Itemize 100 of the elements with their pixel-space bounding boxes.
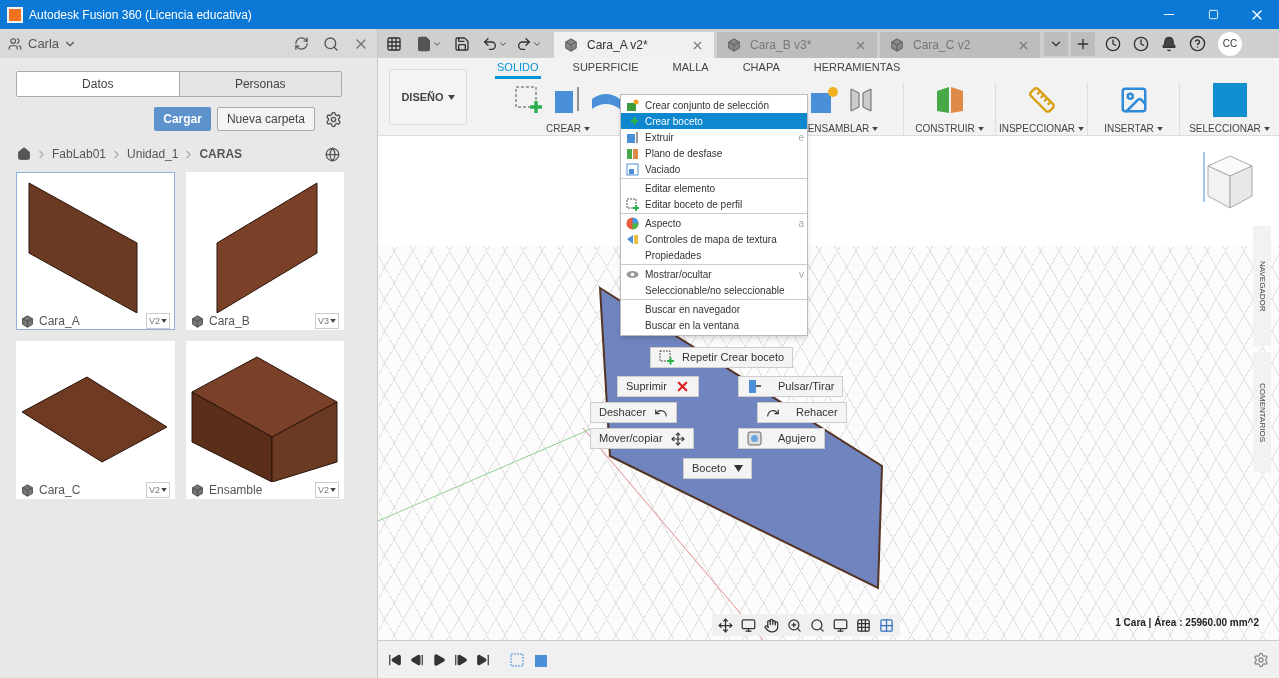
menu-item[interactable]: Seleccionable/no seleccionable (621, 282, 807, 298)
caret-icon (872, 126, 879, 131)
file-name: Cara_A (39, 313, 80, 330)
toolbar-tab[interactable]: HERRAMIENTAS (811, 58, 903, 79)
settings-icon[interactable] (325, 110, 342, 128)
workspace-switcher[interactable]: DISEÑO (389, 69, 467, 125)
clock-icon[interactable] (1105, 35, 1121, 52)
group-menu-button[interactable]: ENSAMBLAR (807, 121, 879, 136)
menu-item[interactable]: Buscar en navegador (621, 301, 807, 317)
menu-item[interactable]: Crear boceto (621, 113, 807, 129)
plane-icon[interactable] (934, 85, 965, 115)
refresh-icon[interactable] (294, 36, 309, 51)
version-dropdown[interactable]: V2 (146, 482, 170, 498)
tab-list-button[interactable] (1044, 31, 1068, 56)
marking-menu-button[interactable]: Pulsar/Tirar (738, 376, 844, 397)
marking-menu-button[interactable]: Mover/copiar (590, 428, 694, 449)
breadcrumb-item[interactable]: CARAS (199, 145, 243, 163)
group-menu-button[interactable]: SELECCIONAR (1189, 121, 1270, 136)
save-icon[interactable] (454, 35, 470, 52)
zoom-icon[interactable] (787, 617, 802, 633)
component-icon[interactable] (809, 85, 839, 115)
document-tab[interactable]: Cara_A v2* (554, 32, 714, 58)
group-menu-button[interactable]: CONSTRUIR (915, 121, 984, 136)
marking-menu-button[interactable]: Repetir Crear boceto (650, 347, 794, 368)
bell-icon[interactable] (1161, 35, 1177, 52)
file-card[interactable]: Cara_B V3 (186, 172, 344, 330)
settings-icon[interactable] (1253, 651, 1269, 668)
caret-icon (734, 465, 744, 472)
new-tab-button[interactable] (1071, 31, 1095, 56)
menu-item[interactable]: Propiedades (621, 247, 807, 263)
group-menu-button[interactable]: INSERTAR (1104, 121, 1163, 136)
menu-item[interactable]: Controles de mapa de textura (621, 231, 807, 247)
file-icon[interactable] (416, 35, 432, 52)
color-wheel-icon (625, 216, 639, 230)
version-dropdown[interactable]: V3 (315, 313, 339, 329)
globe-icon[interactable] (325, 146, 340, 162)
breadcrumb-item[interactable]: Unidad_1 (127, 145, 179, 163)
help-icon[interactable] (1189, 35, 1206, 52)
app-logo-icon (7, 6, 23, 23)
home-icon[interactable] (17, 147, 31, 161)
version-dropdown[interactable]: V2 (315, 482, 339, 498)
pan-icon[interactable] (764, 617, 779, 633)
offset-plane-icon (625, 146, 639, 160)
select-icon[interactable] (1212, 83, 1247, 117)
toolbar-tab[interactable]: MALLA (670, 58, 711, 79)
panel-tab[interactable]: Personas (178, 72, 341, 96)
orbit-icon[interactable] (718, 617, 733, 633)
marking-menu-button[interactable]: Boceto (683, 458, 753, 479)
menu-item[interactable]: Vaciado (621, 161, 807, 177)
display-icon[interactable] (833, 617, 848, 633)
look-at-icon[interactable] (741, 617, 756, 633)
project-selector[interactable]: Carla (28, 33, 78, 54)
team-icon (8, 36, 22, 51)
search-icon[interactable] (323, 35, 339, 52)
history-icon[interactable] (1133, 35, 1149, 52)
viewports-icon[interactable] (879, 617, 894, 633)
play-icon[interactable] (432, 652, 446, 667)
caret-icon (977, 126, 984, 131)
user-avatar[interactable]: CC (1218, 31, 1242, 56)
marking-menu-button[interactable]: Agujero (738, 428, 825, 449)
marking-menu-button[interactable]: Deshacer (590, 402, 678, 423)
redo-icon[interactable] (516, 35, 532, 52)
side-panel-tab[interactable]: COMENTARIOS (1253, 352, 1271, 472)
last-icon[interactable] (476, 652, 490, 667)
extrude-icon[interactable] (552, 85, 582, 115)
marking-menu-button[interactable]: Suprimir (617, 376, 699, 397)
first-icon[interactable] (388, 652, 402, 667)
menu-item[interactable]: Plano de desfase (621, 145, 807, 161)
file-card[interactable]: Cara_C V2 (16, 341, 175, 499)
menu-item[interactable]: Editar elemento (621, 180, 807, 196)
menu-item[interactable]: Crear conjunto de selección (621, 97, 807, 113)
grid-icon[interactable] (856, 617, 871, 633)
extrude-icon (625, 130, 639, 144)
toolbar-tab[interactable]: SUPERFICIE (570, 58, 641, 79)
press-pull-icon (747, 379, 762, 394)
fit-icon[interactable] (810, 617, 825, 633)
file-card[interactable]: Ensamble V2 (186, 341, 344, 499)
component-icon (21, 314, 34, 328)
marking-menu-button[interactable]: Rehacer (757, 402, 847, 423)
undo-icon[interactable] (482, 35, 498, 52)
menu-item[interactable]: Mostrar/ocultar v (621, 266, 807, 282)
apps-icon[interactable] (386, 35, 402, 52)
group-menu-button[interactable]: CREAR (546, 121, 590, 136)
menu-item[interactable]: Editar boceto de perfil (621, 196, 807, 212)
file-card[interactable]: Cara_A V2 (16, 172, 175, 330)
window-title: Autodesk Fusion 360 (Licencia educativa) (29, 6, 252, 24)
panel-tab[interactable]: Datos (17, 72, 179, 96)
next-icon[interactable] (454, 652, 468, 667)
group-menu-button[interactable]: INSPECCIONAR (998, 121, 1085, 136)
menu-item[interactable]: Aspecto a (621, 215, 807, 231)
breadcrumb-item[interactable]: FabLab01 (52, 145, 107, 163)
side-panel-tab[interactable]: NAVEGADOR (1253, 226, 1271, 346)
previous-icon[interactable] (410, 652, 424, 667)
version-dropdown[interactable]: V2 (146, 313, 170, 329)
sketch-edit-icon (625, 197, 639, 211)
maximize-icon (1207, 9, 1219, 20)
menu-item[interactable]: Buscar en la ventana (621, 317, 807, 333)
toolbar-tab[interactable]: CHAPA (740, 58, 782, 79)
new-folder-button[interactable]: Nueva carpeta (216, 107, 315, 131)
menu-item[interactable]: Extruir e (621, 129, 807, 145)
